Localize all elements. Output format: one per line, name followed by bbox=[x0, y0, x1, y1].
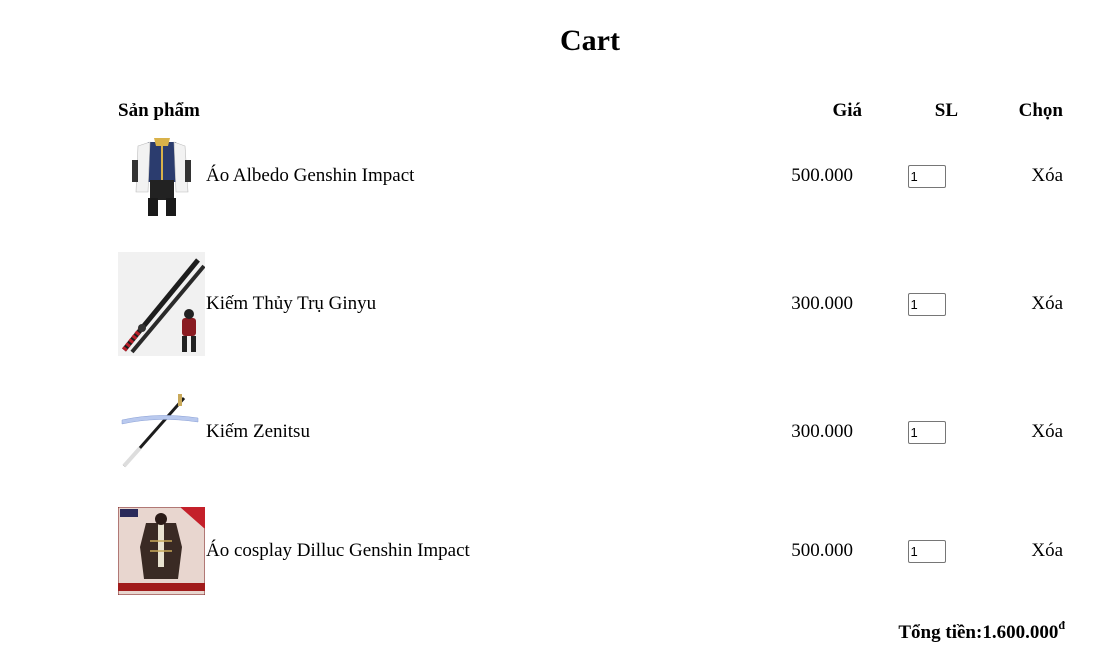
product-price: 300.000 bbox=[791, 421, 853, 442]
header-action: Chọn bbox=[1018, 100, 1063, 121]
diluc-costume-image bbox=[118, 507, 205, 595]
quantity-input[interactable] bbox=[907, 164, 946, 188]
product-price: 500.000 bbox=[791, 540, 853, 561]
product-name[interactable]: Kiếm Zenitsu bbox=[206, 421, 310, 443]
header-price: Giá bbox=[832, 100, 862, 121]
quantity-input[interactable] bbox=[907, 292, 946, 316]
action-cell: Xóa bbox=[970, 132, 1066, 220]
quantity-input[interactable] bbox=[907, 420, 946, 444]
product-price: 500.000 bbox=[791, 165, 853, 186]
page-title: Cart bbox=[560, 24, 620, 57]
product-price: 300.000 bbox=[791, 293, 853, 314]
table-row: Kiếm Zenitsu 300.000 Xóa bbox=[115, 388, 1066, 476]
product-name[interactable]: Kiếm Thủy Trụ Ginyu bbox=[206, 293, 376, 315]
cart-page: Cart Sản phẩm Giá SL Chọn Áo Albedo Gens… bbox=[0, 0, 1113, 648]
header-product: Sản phẩm bbox=[118, 100, 200, 121]
albedo-costume-image bbox=[118, 132, 205, 220]
total-value: 1.600.000 bbox=[982, 622, 1059, 643]
qty-cell bbox=[865, 388, 970, 476]
header-qty: SL bbox=[934, 100, 958, 121]
qty-cell bbox=[865, 476, 970, 626]
delete-link[interactable]: Xóa bbox=[1031, 421, 1063, 442]
currency-symbol: đ bbox=[1058, 618, 1065, 632]
delete-link[interactable]: Xóa bbox=[1031, 293, 1063, 314]
delete-link[interactable]: Xóa bbox=[1031, 165, 1063, 186]
table-row: Kiếm Thủy Trụ Ginyu 300.000 Xóa bbox=[115, 220, 1066, 388]
product-name[interactable]: Áo cosplay Dilluc Genshin Impact bbox=[206, 540, 470, 562]
product-cell: Áo cosplay Dilluc Genshin Impact bbox=[115, 476, 759, 626]
table-row: Áo cosplay Dilluc Genshin Impact 500.000… bbox=[115, 476, 1066, 626]
product-name[interactable]: Áo Albedo Genshin Impact bbox=[206, 165, 414, 187]
table-header-row: Sản phẩm Giá SL Chọn bbox=[115, 90, 1066, 132]
total-label: Tổng tiền: bbox=[898, 622, 983, 643]
action-cell: Xóa bbox=[970, 220, 1066, 388]
product-cell: Kiếm Thủy Trụ Ginyu bbox=[115, 220, 759, 388]
action-cell: Xóa bbox=[970, 476, 1066, 626]
giyu-sword-image bbox=[118, 252, 205, 356]
product-cell: Áo Albedo Genshin Impact bbox=[115, 132, 759, 220]
quantity-input[interactable] bbox=[907, 539, 946, 563]
qty-cell bbox=[865, 132, 970, 220]
action-cell: Xóa bbox=[970, 388, 1066, 476]
table-row: Áo Albedo Genshin Impact 500.000 Xóa bbox=[115, 132, 1066, 220]
zenitsu-sword-image bbox=[118, 388, 205, 476]
cart-total: Tổng tiền:1.600.000đ bbox=[898, 618, 1065, 644]
product-cell: Kiếm Zenitsu bbox=[115, 388, 759, 476]
delete-link[interactable]: Xóa bbox=[1031, 540, 1063, 561]
cart-table: Sản phẩm Giá SL Chọn Áo Albedo Genshin I… bbox=[115, 90, 1066, 626]
qty-cell bbox=[865, 220, 970, 388]
